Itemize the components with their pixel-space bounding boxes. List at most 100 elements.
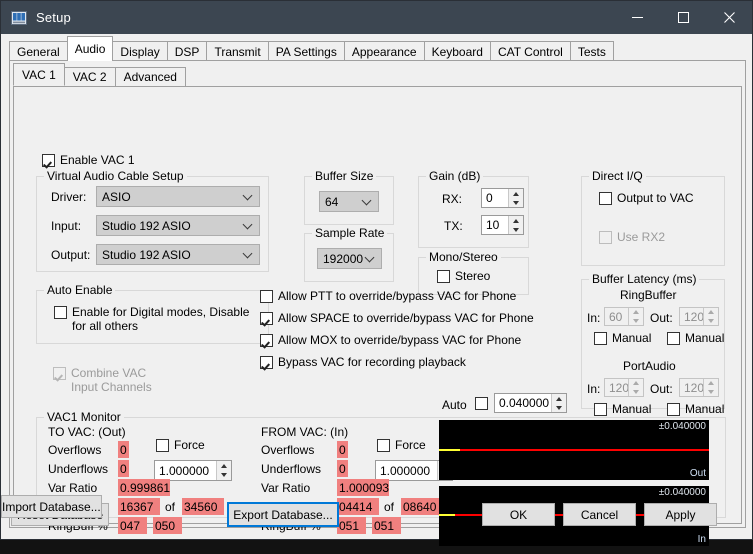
bypass-vac-recording-checkbox[interactable]: Bypass VAC for recording playback	[260, 355, 466, 369]
tab-transmit[interactable]: Transmit	[206, 41, 268, 61]
output-to-vac-checkbox[interactable]: Output to VAC	[599, 191, 693, 205]
buffer-size-title: Buffer Size	[312, 169, 376, 183]
close-button[interactable]	[706, 1, 752, 34]
spinner-buttons[interactable]	[703, 308, 718, 325]
checkbox-box	[475, 397, 488, 410]
spinner-up-icon[interactable]	[629, 379, 643, 388]
tab-tests[interactable]: Tests	[570, 41, 614, 61]
maximize-button[interactable]	[660, 1, 706, 34]
direct-iq-group: Direct I/Q Output to VAC Use RX2	[581, 176, 725, 266]
spinner-down-icon[interactable]	[552, 403, 566, 412]
spinner-buttons[interactable]	[508, 216, 523, 234]
allow-mox-override-checkbox[interactable]: Allow MOX to override/bypass VAC for Pho…	[260, 333, 521, 347]
apply-button[interactable]: Apply	[644, 503, 717, 526]
spinner-down-icon[interactable]	[509, 198, 523, 207]
export-database-button[interactable]: Export Database...	[227, 502, 339, 527]
tab-appearance[interactable]: Appearance	[344, 41, 425, 61]
subtab-vac2[interactable]: VAC 2	[64, 67, 116, 86]
ring-in-manual-checkbox[interactable]: Manual	[594, 331, 651, 345]
subtab-vac1[interactable]: VAC 1	[13, 63, 65, 86]
stereo-checkbox[interactable]: Stereo	[437, 269, 490, 283]
enable-vac1-label: Enable VAC 1	[60, 153, 135, 167]
out-var-ratio-value: 0.999861	[120, 481, 170, 495]
allow-ptt-override-checkbox[interactable]: Allow PTT to override/bypass VAC for Pho…	[260, 289, 516, 303]
out-force-checkbox[interactable]: Force	[156, 438, 205, 452]
spinner-down-icon[interactable]	[217, 471, 231, 481]
port-out-spinner[interactable]: 120	[679, 378, 719, 397]
enable-vac1-checkbox[interactable]: Enable VAC 1	[42, 153, 135, 167]
spinner-buttons[interactable]	[628, 308, 643, 325]
spinner-buttons[interactable]	[703, 379, 718, 396]
sample-rate-combo[interactable]: 192000	[317, 248, 382, 269]
spinner-up-icon[interactable]	[704, 379, 718, 388]
output-combo[interactable]: Studio 192 ASIO	[96, 244, 260, 265]
tab-cat-control[interactable]: CAT Control	[490, 41, 571, 61]
checkbox-box	[599, 192, 612, 205]
tab-pa-settings[interactable]: PA Settings	[268, 41, 345, 61]
gain-tx-spinner[interactable]: 10	[481, 215, 524, 235]
spinner-buttons[interactable]	[628, 379, 643, 396]
spinner-down-icon[interactable]	[704, 317, 718, 326]
checkbox-box	[667, 403, 680, 416]
manual-label: Manual	[685, 331, 724, 345]
auto-checkbox[interactable]	[475, 396, 493, 409]
input-combo[interactable]: Studio 192 ASIO	[96, 215, 260, 236]
minimize-button[interactable]	[614, 1, 660, 34]
ok-button[interactable]: OK	[482, 503, 555, 526]
output-value: Studio 192 ASIO	[102, 248, 191, 262]
port-in-manual-checkbox[interactable]: Manual	[594, 402, 651, 416]
subtab-advanced[interactable]: Advanced	[115, 67, 186, 86]
tab-general[interactable]: General	[9, 41, 68, 61]
spinner-buttons[interactable]	[216, 461, 231, 480]
spinner-up-icon[interactable]	[509, 216, 523, 225]
spinner-up-icon[interactable]	[552, 394, 566, 403]
cancel-button[interactable]: Cancel	[563, 503, 636, 526]
sample-rate-title: Sample Rate	[312, 226, 387, 240]
out-force-label: Force	[174, 438, 205, 452]
checkbox-box	[377, 439, 390, 452]
input-label: Input:	[51, 219, 81, 233]
spinner-buttons[interactable]	[508, 189, 523, 207]
tab-dsp[interactable]: DSP	[167, 41, 208, 61]
auto-value-spinner[interactable]: 0.040000	[494, 393, 567, 413]
direct-iq-title: Direct I/Q	[589, 169, 646, 183]
tab-audio[interactable]: Audio	[67, 36, 114, 61]
checkbox-box	[667, 332, 680, 345]
to-vac-out-header: TO VAC: (Out)	[48, 425, 126, 439]
spinner-buttons[interactable]	[551, 394, 566, 412]
ring-out-manual-checkbox[interactable]: Manual	[667, 331, 724, 345]
spinner-up-icon[interactable]	[509, 189, 523, 198]
buffer-size-combo[interactable]: 64	[319, 191, 379, 212]
tab-keyboard[interactable]: Keyboard	[424, 41, 491, 61]
gain-rx-label: RX:	[442, 192, 462, 206]
auto-label: Auto	[442, 398, 467, 412]
chevron-down-icon	[363, 197, 371, 205]
ring-in-value: 60	[609, 310, 622, 324]
spinner-down-icon[interactable]	[629, 317, 643, 326]
spinner-down-icon[interactable]	[704, 388, 718, 397]
out-underflows-label: Underflows	[48, 462, 108, 476]
tab-label: CAT Control	[498, 45, 563, 59]
gain-title: Gain (dB)	[426, 169, 483, 183]
ring-in-spinner[interactable]: 60	[604, 307, 644, 326]
out-force-value-spinner[interactable]: 1.000000	[154, 460, 232, 481]
auto-enable-checkbox[interactable]: Enable for Digital modes, Disable for al…	[54, 305, 259, 333]
spinner-down-icon[interactable]	[509, 225, 523, 234]
combine-vac-label-line2: Input Channels	[71, 380, 152, 394]
port-out-manual-checkbox[interactable]: Manual	[667, 402, 724, 416]
tab-label: General	[17, 45, 60, 59]
in-force-checkbox[interactable]: Force	[377, 438, 426, 452]
spinner-up-icon[interactable]	[704, 308, 718, 317]
window-title: Setup	[36, 10, 71, 25]
spinner-up-icon[interactable]	[217, 461, 231, 471]
allow-space-override-checkbox[interactable]: Allow SPACE to override/bypass VAC for P…	[260, 311, 534, 325]
spinner-down-icon[interactable]	[629, 388, 643, 397]
tab-display[interactable]: Display	[112, 41, 167, 61]
port-in-spinner[interactable]: 120	[604, 378, 644, 397]
gain-rx-spinner[interactable]: 0	[481, 188, 524, 208]
driver-combo[interactable]: ASIO	[96, 186, 260, 207]
chevron-down-icon	[366, 254, 374, 262]
spinner-up-icon[interactable]	[629, 308, 643, 317]
import-database-button[interactable]: Import Database...	[1, 495, 102, 518]
ring-out-spinner[interactable]: 120	[679, 307, 719, 326]
